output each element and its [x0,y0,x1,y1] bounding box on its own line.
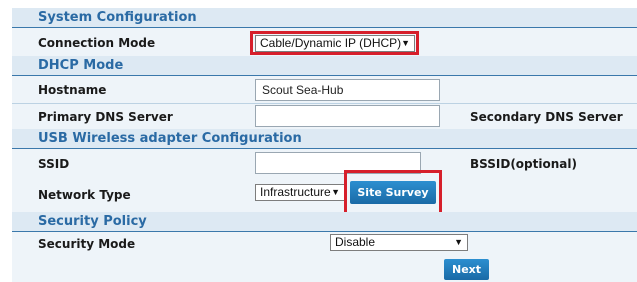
section-dhcp-mode: DHCP Mode [12,56,637,76]
security-mode-value: Disable [335,235,376,249]
network-type-select[interactable]: Infrastructure ▼ [255,184,345,201]
connection-mode-highlight [250,31,419,55]
row-divider [12,103,637,104]
primary-dns-label: Primary DNS Server [38,110,173,124]
section-title: USB Wireless adapter Configuration [38,131,302,146]
hostname-input[interactable]: Scout Sea-Hub [255,79,440,101]
chevron-down-icon: ▼ [454,237,463,247]
chevron-down-icon: ▼ [331,187,340,197]
section-system-configuration: System Configuration [12,8,637,28]
network-type-value: Infrastructure [260,185,331,199]
secondary-dns-label: Secondary DNS Server [470,110,623,124]
section-security-policy: Security Policy [12,212,637,232]
ssid-label: SSID [38,157,70,171]
section-title: Security Policy [38,214,147,229]
primary-dns-input[interactable] [255,105,440,127]
connection-mode-label: Connection Mode [38,36,156,50]
network-type-label: Network Type [38,188,131,202]
section-usb-wireless: USB Wireless adapter Configuration [12,129,637,149]
hostname-label: Hostname [38,83,107,97]
section-title: DHCP Mode [38,58,124,73]
next-button[interactable]: Next [444,259,489,280]
security-mode-label: Security Mode [38,237,136,251]
section-title: System Configuration [38,10,197,25]
bssid-label: BSSID(optional) [470,157,577,171]
security-mode-select[interactable]: Disable ▼ [330,234,468,251]
